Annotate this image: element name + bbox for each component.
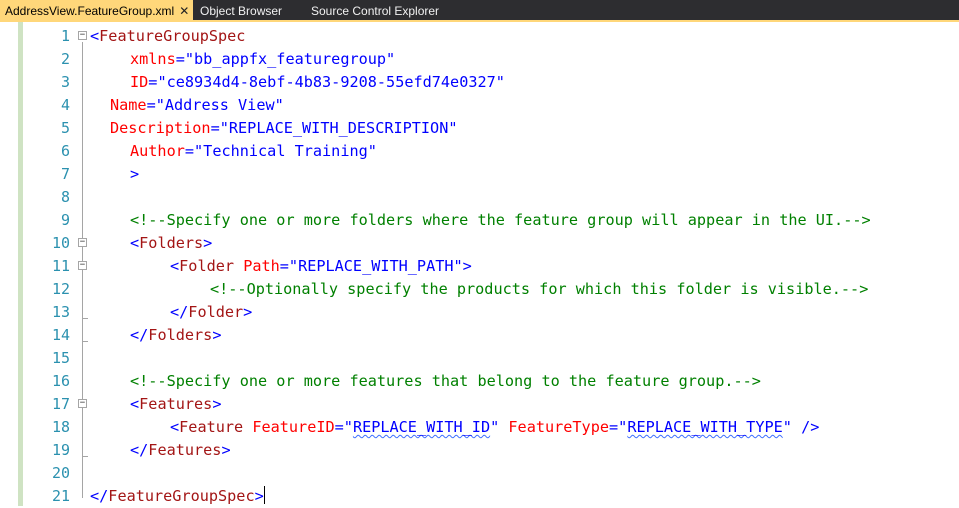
tab-object-browser[interactable]: Object Browser — [200, 0, 282, 22]
code-line: 20 — [0, 462, 959, 485]
code-text: Author="Technical Training" — [130, 142, 377, 160]
code-line: 6 Author="Technical Training" — [0, 140, 959, 163]
code-line: 12 <!--Optionally specify the products f… — [0, 278, 959, 301]
code-text: <Features> — [130, 395, 222, 413]
line-number: 1 — [60, 27, 70, 45]
tab-label: Object Browser — [200, 4, 283, 18]
code-text: <!--Optionally specify the products for … — [210, 280, 869, 298]
line-number: 18 — [51, 418, 70, 436]
line-number: 13 — [51, 303, 70, 321]
tab-addressview-featuregroup-xml[interactable]: AddressView.FeatureGroup.xml ✕ — [0, 0, 194, 22]
code-line: 5 Description="REPLACE_WITH_DESCRIPTION" — [0, 117, 959, 140]
code-text: ID="ce8934d4-8ebf-4b83-9208-55efd74e0327… — [130, 73, 505, 91]
xml-code-editor[interactable]: 1 − <FeatureGroupSpec 2 xmlns="bb_appfx_… — [0, 22, 959, 506]
line-number: 7 — [60, 165, 70, 183]
line-number: 20 — [51, 464, 70, 482]
line-number: 21 — [51, 487, 70, 505]
code-text: Description="REPLACE_WITH_DESCRIPTION" — [110, 119, 458, 137]
collapse-icon[interactable]: − — [78, 399, 87, 408]
code-line: 2 xmlns="bb_appfx_featuregroup" — [0, 48, 959, 71]
code-line: 1 − <FeatureGroupSpec — [0, 25, 959, 48]
code-line: 10 − <Folders> — [0, 232, 959, 255]
line-number: 16 — [51, 372, 70, 390]
line-number: 2 — [60, 50, 70, 68]
code-text: <FeatureGroupSpec — [90, 27, 246, 45]
line-number: 3 — [60, 73, 70, 91]
line-number: 17 — [51, 395, 70, 413]
line-number: 6 — [60, 142, 70, 160]
line-number: 19 — [51, 441, 70, 459]
tab-label: AddressView.FeatureGroup.xml — [5, 4, 175, 18]
code-text: </FeatureGroupSpec> — [90, 486, 265, 505]
code-line: 19 </Features> — [0, 439, 959, 462]
code-line: 17 − <Features> — [0, 393, 959, 416]
line-number: 10 — [51, 234, 70, 252]
line-number: 12 — [51, 280, 70, 298]
code-line: 4 Name="Address View" — [0, 94, 959, 117]
code-line: 3 ID="ce8934d4-8ebf-4b83-9208-55efd74e03… — [0, 71, 959, 94]
line-number: 14 — [51, 326, 70, 344]
code-text: <!--Specify one or more folders where th… — [130, 211, 871, 229]
document-tab-strip: AddressView.FeatureGroup.xml ✕ Object Bro… — [0, 0, 959, 22]
line-number: 4 — [60, 96, 70, 114]
code-line: 21 </FeatureGroupSpec> — [0, 485, 959, 508]
code-text: xmlns="bb_appfx_featuregroup" — [130, 50, 396, 68]
code-text: > — [130, 165, 140, 183]
warning-squiggle: REPLACE_WITH_TYPE — [627, 418, 783, 436]
line-number: 9 — [60, 211, 70, 229]
tab-source-control-explorer[interactable]: Source Control Explorer — [311, 0, 439, 22]
collapse-icon[interactable]: − — [78, 261, 87, 270]
code-line: 13 </Folder> — [0, 301, 959, 324]
warning-squiggle: REPLACE_WITH_ID — [352, 418, 491, 436]
code-text: <!--Specify one or more features that be… — [130, 372, 761, 390]
code-line: 16 <!--Specify one or more features that… — [0, 370, 959, 393]
code-text: <Folder Path="REPLACE_WITH_PATH"> — [170, 257, 472, 275]
line-number: 8 — [60, 188, 70, 206]
code-line: 15 — [0, 347, 959, 370]
line-number: 15 — [51, 349, 70, 367]
code-line: 8 — [0, 186, 959, 209]
code-text: <Feature FeatureID="REPLACE_WITH_ID" Fea… — [170, 418, 820, 436]
code-line: 11 − <Folder Path="REPLACE_WITH_PATH"> — [0, 255, 959, 278]
code-line: 18 <Feature FeatureID="REPLACE_WITH_ID" … — [0, 416, 959, 439]
code-text: </Folders> — [130, 326, 222, 344]
code-text: Name="Address View" — [110, 96, 284, 114]
close-icon[interactable]: ✕ — [179, 0, 189, 22]
code-text: </Folder> — [170, 303, 253, 321]
text-caret — [263, 486, 265, 504]
line-number: 5 — [60, 119, 70, 137]
collapse-icon[interactable]: − — [78, 31, 87, 40]
code-line: 9 <!--Specify one or more folders where … — [0, 209, 959, 232]
tab-label: Source Control Explorer — [311, 4, 440, 18]
code-line: 7 > — [0, 163, 959, 186]
line-number: 11 — [51, 257, 70, 275]
code-text: </Features> — [130, 441, 231, 459]
code-line: 14 </Folders> — [0, 324, 959, 347]
code-text: <Folders> — [130, 234, 213, 252]
collapse-icon[interactable]: − — [78, 238, 87, 247]
